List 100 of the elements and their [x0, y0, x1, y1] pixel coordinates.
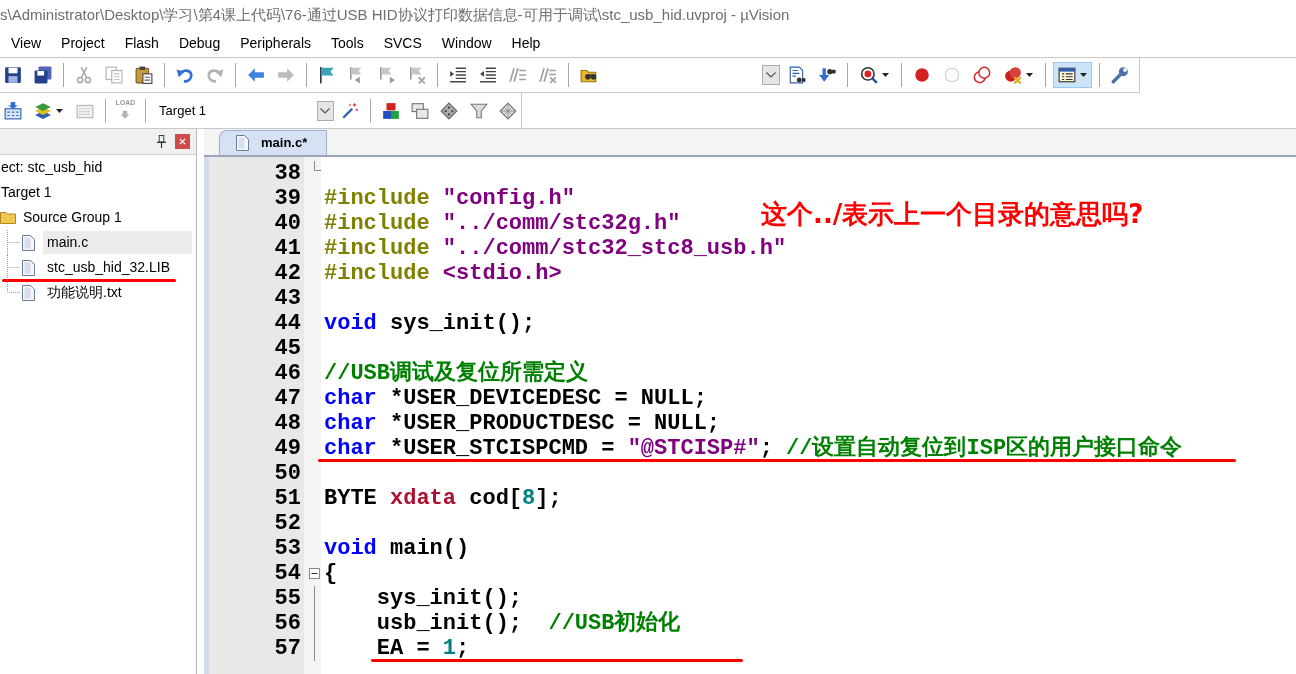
file-tab[interactable]: main.c*	[219, 130, 327, 155]
line-number: 44	[274, 311, 301, 336]
code-line: //USB调试及复位所需定义	[324, 361, 588, 386]
line-number: 38	[274, 161, 301, 186]
arrow-binoculars-icon	[818, 66, 836, 84]
close-icon	[179, 138, 186, 145]
filled-circle-icon	[913, 66, 931, 84]
line-number: 54	[274, 561, 301, 586]
indent-icon	[449, 66, 467, 84]
line-number: 46	[274, 361, 301, 386]
fold-end-icon	[314, 161, 322, 171]
file-icon	[236, 135, 249, 151]
funnel-icon	[469, 101, 488, 120]
grid-arrow-icon	[3, 101, 22, 120]
pin-button[interactable]	[154, 134, 168, 149]
code-line: #include <stdio.h>	[324, 261, 562, 286]
close-button[interactable]	[175, 134, 190, 149]
chevron-down-icon	[320, 107, 331, 114]
menu-item[interactable]: Window	[431, 32, 502, 55]
line-number: 51	[274, 486, 301, 511]
code-line: void sys_init();	[324, 311, 536, 336]
blocks-icon	[381, 101, 400, 120]
slashes-lines-icon	[509, 66, 527, 84]
code-line: #include "../comm/stc32_stc8_usb.h"	[324, 236, 787, 261]
window-layout-button[interactable]	[1053, 62, 1092, 88]
tree-item[interactable]: stc_usb_hid_32.LIB	[43, 256, 192, 279]
menu-item[interactable]: SVCS	[373, 32, 432, 55]
line-number: 49	[274, 436, 301, 461]
tree-item[interactable]: 功能说明.txt	[43, 281, 192, 304]
code-line: char *USER_PRODUCTDESC = NULL;	[324, 411, 721, 436]
stacked-windows-icon	[411, 101, 430, 120]
code-line: char *USER_STCISPCMD = "@STCISP#"; //设置自动复位到ISP区的用户接口命令	[324, 436, 1183, 461]
menu-item[interactable]: Help	[501, 32, 551, 55]
line-number: 56	[274, 611, 301, 636]
flag-icon	[318, 66, 336, 84]
flag-right-arrow-icon	[378, 66, 396, 84]
flag-cross-icon	[408, 66, 426, 84]
left-arrow-icon	[247, 66, 265, 84]
annotation-text: 这个../表示上一个目录的意思吗?	[761, 199, 1144, 229]
menu-item[interactable]: Project	[51, 32, 115, 55]
collapse-icon[interactable]	[309, 568, 320, 579]
tree-item[interactable]: Target 1	[0, 181, 53, 204]
tree-item[interactable]: Source Group 1	[19, 206, 126, 229]
slashes-cross-icon	[539, 66, 557, 84]
line-number: 41	[274, 236, 301, 261]
code-line: BYTE xdata cod[8];	[324, 486, 562, 511]
floppy-disks-icon	[34, 66, 52, 84]
diamond-icon	[440, 101, 459, 120]
line-number: 57	[274, 636, 301, 661]
window-icon	[1058, 66, 1076, 84]
layers-icon	[34, 101, 53, 120]
code-line: sys_init();	[376, 586, 523, 611]
tree-connector	[7, 230, 20, 255]
line-number: 48	[274, 411, 301, 436]
page-binoculars-icon	[788, 66, 806, 84]
menu-item[interactable]: Tools	[321, 32, 374, 55]
code-line: {	[324, 561, 338, 586]
double-ring-icon	[973, 66, 991, 84]
code-line: void main()	[324, 536, 470, 561]
clipboard-icon	[135, 66, 153, 84]
line-number: 52	[274, 511, 301, 536]
line-number: 50	[274, 461, 301, 486]
code-line: usb_init(); //USB初始化	[376, 611, 681, 636]
tree-item[interactable]: ect: stc_usb_hid	[0, 156, 104, 179]
folder-icon	[0, 211, 16, 224]
file-icon	[22, 234, 35, 251]
dropdown-button[interactable]	[762, 65, 780, 85]
line-number: 47	[274, 386, 301, 411]
file-icon	[22, 259, 35, 276]
scissors-icon	[75, 66, 93, 84]
line-number: 42	[274, 261, 301, 286]
magnifier-icon	[860, 66, 878, 84]
menu-item[interactable]: Peripherals	[230, 32, 321, 55]
code-line: char *USER_DEVICEDESC = NULL;	[324, 386, 707, 411]
code-line: #include "../comm/stc32g.h"	[324, 211, 681, 236]
right-arrow-icon	[277, 66, 295, 84]
copy-icon	[105, 66, 123, 84]
window-title: s\Administrator\Desktop\学习\第4课上代码\76-通过USB HID协议打印数据信息-可用于调试\stc_usb_hid.uvproj - µVision	[0, 4, 790, 25]
undo-icon	[176, 66, 194, 84]
code-line: EA = 1;	[376, 636, 470, 661]
menu-item[interactable]: View	[1, 32, 52, 55]
line-number: 55	[274, 586, 301, 611]
tree-item[interactable]: main.c	[43, 231, 192, 254]
pin-icon	[155, 135, 167, 148]
outdent-icon	[479, 66, 497, 84]
line-number: 45	[274, 336, 301, 361]
code-line: #include "config.h"	[324, 186, 575, 211]
magic-wand-icon	[341, 101, 360, 120]
redo-icon	[206, 66, 224, 84]
wrench-icon	[1111, 66, 1129, 84]
menu-item[interactable]: Debug	[168, 32, 231, 55]
file-icon	[22, 284, 35, 301]
line-number: 43	[274, 286, 301, 311]
menu-item[interactable]: Flash	[114, 32, 169, 55]
chevron-down-icon	[766, 72, 776, 78]
empty-circle-icon	[943, 66, 961, 84]
line-number: 39	[274, 186, 301, 211]
hatched-diamond-icon	[499, 101, 518, 120]
circles-cross-icon	[1004, 66, 1022, 84]
line-number: 53	[274, 536, 301, 561]
